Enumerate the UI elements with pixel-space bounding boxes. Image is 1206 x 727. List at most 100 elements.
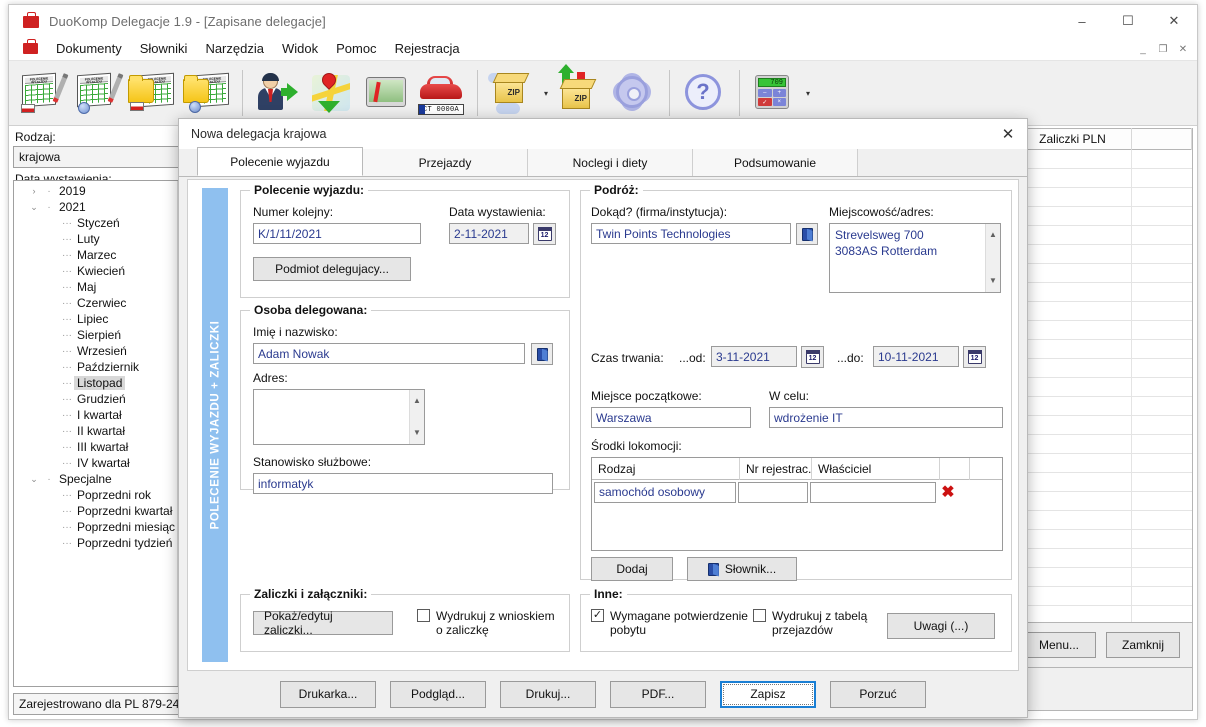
mdi-restore-button[interactable]: ❐ bbox=[1153, 40, 1173, 58]
chevron-icon[interactable]: › bbox=[26, 186, 42, 196]
rodzaj-select[interactable]: krajowa ⌄ bbox=[13, 146, 193, 168]
close-button[interactable]: ✕ bbox=[1151, 5, 1197, 37]
tree-node[interactable]: ··· Październik bbox=[16, 359, 192, 375]
dialog-close-icon[interactable]: ✕ bbox=[989, 119, 1027, 149]
menu-item-slowniki[interactable]: Słowniki bbox=[132, 39, 196, 58]
w-celu-input[interactable]: wdrożenie IT bbox=[769, 407, 1003, 428]
podglad-button[interactable]: Podgląd... bbox=[390, 680, 486, 708]
tree-node[interactable]: ··· Poprzedni tydzień bbox=[16, 535, 192, 551]
toolbar-gps-button[interactable] bbox=[360, 64, 412, 122]
toolbar-new-domestic-delegation-button[interactable]: POLECENIE WYJAZDU bbox=[15, 64, 69, 122]
calendar-icon-button[interactable]: 12 bbox=[533, 223, 556, 245]
srodki-lokomocji-table[interactable]: Rodzaj Nr rejestrac... Właściciel samoch… bbox=[591, 457, 1003, 551]
od-calendar-button[interactable]: 12 bbox=[801, 346, 824, 368]
zamknij-button[interactable]: Zamknij bbox=[1106, 632, 1180, 658]
pokaz-edytuj-zaliczki-button[interactable]: Pokaż/edytuj zaliczki... bbox=[253, 609, 393, 637]
menu-button[interactable]: Menu... bbox=[1022, 632, 1096, 658]
maximize-button[interactable]: ☐ bbox=[1105, 5, 1151, 37]
chevron-icon[interactable]: ⌄ bbox=[26, 202, 42, 213]
tree-node[interactable]: ··· II kwartał bbox=[16, 423, 192, 439]
toolbar-calculator-button[interactable]: 709 – + ✓ × bbox=[747, 64, 799, 122]
wydrukuj-z-wnioskiem-checkbox[interactable] bbox=[417, 609, 430, 622]
date-tree[interactable]: › · 2019 ⌄ · 2021 ··· Styczeń ··· Luty ··· Marzec ··… bbox=[13, 180, 193, 687]
menu-item-dokumenty[interactable]: Dokumenty bbox=[48, 39, 130, 58]
tree-node[interactable]: ··· Sierpień bbox=[16, 327, 192, 343]
tree-node[interactable]: ··· Wrzesień bbox=[16, 343, 192, 359]
tree-node[interactable]: ··· Maj bbox=[16, 279, 192, 295]
toolbar-backup-dropdown[interactable]: ▾ bbox=[540, 64, 552, 122]
mdi-minimize-button[interactable]: _ bbox=[1133, 40, 1153, 58]
wymagane-potwierdzenie-checkbox-row[interactable]: ✓ Wymagane potwierdzenie pobytu bbox=[591, 609, 748, 637]
drukuj-button[interactable]: Drukuj... bbox=[500, 680, 596, 708]
col-rodzaj[interactable]: Rodzaj bbox=[592, 458, 740, 480]
toolbar-employees-button[interactable] bbox=[250, 64, 302, 122]
chevron-icon[interactable]: ⌄ bbox=[26, 474, 42, 485]
wydrukuj-z-wnioskiem-checkbox-row[interactable]: Wydrukuj z wnioskiem o zaliczkę bbox=[417, 609, 555, 637]
toolbar-archive-button[interactable]: ZIP bbox=[552, 64, 604, 122]
tree-node[interactable]: ··· III kwartał bbox=[16, 439, 192, 455]
tree-node[interactable]: ··· Lipiec bbox=[16, 311, 192, 327]
uwagi-button[interactable]: Uwagi (...) bbox=[887, 613, 995, 639]
mdi-close-button[interactable]: ✕ bbox=[1173, 40, 1193, 58]
dokad-input[interactable]: Twin Points Technologies bbox=[591, 223, 791, 244]
tree-node[interactable]: ··· I kwartał bbox=[16, 407, 192, 423]
tree-node[interactable]: ⌄ · Specjalne bbox=[16, 471, 192, 487]
stanowisko-input[interactable]: informatyk bbox=[253, 473, 553, 494]
data-wystawienia-input[interactable]: 2-11-2021 bbox=[449, 223, 529, 244]
tree-node[interactable]: ··· IV kwartał bbox=[16, 455, 192, 471]
tree-node[interactable]: ··· Poprzedni miesiąc bbox=[16, 519, 192, 535]
tab-przejazdy[interactable]: Przejazdy bbox=[362, 148, 528, 176]
cell-rodzaj[interactable]: samochód osobowy bbox=[594, 481, 736, 503]
pdf-button[interactable]: PDF... bbox=[610, 680, 706, 708]
drukarka-button[interactable]: Drukarka... bbox=[280, 680, 376, 708]
cell-nr-rejestracyjny[interactable] bbox=[738, 481, 808, 503]
tab-noclegi-i-diety[interactable]: Noclegi i diety bbox=[527, 148, 693, 176]
toolbar-vehicles-button[interactable]: CT 0000A bbox=[415, 64, 467, 122]
miejscowosc-scrollbar[interactable]: ▲ ▼ bbox=[985, 224, 1000, 292]
tree-node[interactable]: ⌄ · 2021 bbox=[16, 199, 192, 215]
do-date-input[interactable]: 10-11-2021 bbox=[873, 346, 959, 367]
tree-node[interactable]: ··· Marzec bbox=[16, 247, 192, 263]
col-wlasciciel[interactable]: Właściciel bbox=[812, 458, 940, 480]
tree-node[interactable]: ··· Poprzedni rok bbox=[16, 487, 192, 503]
tree-node[interactable]: ··· Luty bbox=[16, 231, 192, 247]
toolbar-open-foreign-delegation-button[interactable]: POLECENIE WYJAZDU bbox=[180, 64, 232, 122]
vertical-tab-polecenie-zaliczki[interactable]: POLECENIE WYJAZDU + ZALICZKI bbox=[202, 188, 228, 662]
tab-polecenie-wyjazdu[interactable]: Polecenie wyjazdu bbox=[197, 147, 363, 176]
adres-textarea[interactable]: ▲ ▼ bbox=[253, 389, 425, 445]
tree-node[interactable]: ··· Kwiecień bbox=[16, 263, 192, 279]
zapisz-button[interactable]: Zapisz bbox=[720, 680, 816, 708]
porzuc-button[interactable]: Porzuć bbox=[830, 680, 926, 708]
slownik-button[interactable]: Słownik... bbox=[687, 557, 797, 581]
dokad-dictionary-button[interactable] bbox=[796, 223, 818, 245]
menu-item-widok[interactable]: Widok bbox=[274, 39, 326, 58]
miejsce-poczatkowe-input[interactable]: Warszawa bbox=[591, 407, 751, 428]
tab-podsumowanie[interactable]: Podsumowanie bbox=[692, 148, 858, 176]
toolbar-settings-button[interactable] bbox=[607, 64, 659, 122]
wymagane-potwierdzenie-checkbox[interactable]: ✓ bbox=[591, 609, 604, 622]
od-date-input[interactable]: 3-11-2021 bbox=[711, 346, 797, 367]
scroll-down-icon[interactable]: ▼ bbox=[413, 425, 421, 441]
numer-kolejny-input[interactable]: K/1/11/2021 bbox=[253, 223, 421, 244]
toolbar-calculator-dropdown[interactable]: ▾ bbox=[802, 64, 814, 122]
toolbar-help-button[interactable]: ? bbox=[677, 64, 729, 122]
col-nr-rejestracyjny[interactable]: Nr rejestrac... bbox=[740, 458, 812, 480]
adres-scrollbar[interactable]: ▲ ▼ bbox=[409, 390, 424, 444]
toolbar-new-foreign-delegation-button[interactable]: POLECENIE WYJAZDU bbox=[70, 64, 124, 122]
podmiot-delegujacy-button[interactable]: Podmiot delegujacy... bbox=[253, 257, 411, 281]
do-calendar-button[interactable]: 12 bbox=[963, 346, 986, 368]
tree-node[interactable]: ··· Grudzień bbox=[16, 391, 192, 407]
tree-node[interactable]: ··· Poprzedni kwartał bbox=[16, 503, 192, 519]
miejscowosc-textarea[interactable]: Strevelsweg 700 3083AS Rotterdam ▲ ▼ bbox=[829, 223, 1001, 293]
scroll-up-icon[interactable]: ▲ bbox=[989, 227, 997, 243]
table-row[interactable]: samochód osobowy ✖ bbox=[592, 480, 1002, 504]
imie-nazwisko-input[interactable]: Adam Nowak bbox=[253, 343, 525, 364]
imie-nazwisko-dictionary-button[interactable] bbox=[531, 343, 553, 365]
toolbar-open-domestic-delegation-button[interactable]: POLECENIE WYJAZDU bbox=[125, 64, 177, 122]
delete-row-icon[interactable]: ✖ bbox=[936, 482, 960, 502]
menu-item-pomoc[interactable]: Pomoc bbox=[328, 39, 384, 58]
toolbar-routes-button[interactable] bbox=[305, 64, 357, 122]
cell-wlasciciel[interactable] bbox=[810, 481, 936, 503]
tree-node[interactable]: ··· Czerwiec bbox=[16, 295, 192, 311]
menu-item-narzedzia[interactable]: Narzędzia bbox=[197, 39, 272, 58]
